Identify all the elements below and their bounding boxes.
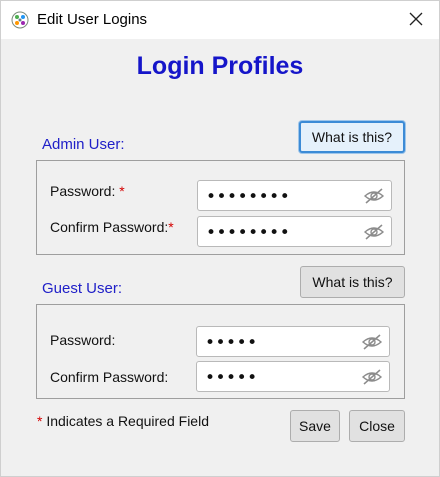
edit-user-logins-dialog: Edit User Logins Login Profiles Admin Us… [0, 0, 440, 477]
admin-password-label: Password: * [50, 183, 125, 199]
eye-slash-icon[interactable] [363, 187, 385, 205]
admin-password-value: •••••••• [206, 187, 291, 207]
page-title: Login Profiles [136, 52, 304, 80]
admin-confirm-input[interactable]: •••••••• [197, 216, 392, 247]
guest-confirm-input[interactable]: ••••• [196, 361, 390, 392]
guest-user-group: Password: ••••• Confirm Password: ••••• [36, 304, 405, 399]
admin-user-label: Admin User: [42, 136, 125, 153]
app-logo-icon [11, 11, 29, 29]
close-button[interactable]: Close [349, 410, 405, 442]
required-asterisk: * [119, 183, 125, 199]
eye-slash-icon[interactable] [361, 333, 383, 351]
window-title: Edit User Logins [37, 11, 148, 28]
guest-user-label: Guest User: [42, 280, 123, 297]
admin-help-button[interactable]: What is this? [299, 121, 405, 153]
admin-confirm-value: •••••••• [206, 223, 291, 243]
guest-password-value: ••••• [205, 333, 258, 353]
eye-slash-icon[interactable] [361, 368, 383, 386]
admin-confirm-label: Confirm Password:* [50, 219, 174, 235]
guest-password-label: Password: [50, 332, 116, 348]
required-field-note: * Indicates a Required Field [37, 413, 209, 429]
window-close-button[interactable] [393, 1, 439, 39]
required-asterisk: * [168, 219, 174, 235]
guest-password-input[interactable]: ••••• [196, 326, 390, 357]
eye-slash-icon[interactable] [363, 223, 385, 241]
guest-help-button[interactable]: What is this? [300, 266, 405, 298]
guest-confirm-label: Confirm Password: [50, 369, 169, 385]
admin-password-input[interactable]: •••••••• [197, 180, 392, 211]
guest-confirm-value: ••••• [205, 368, 258, 388]
admin-user-group: Password: * •••••••• Confirm Password:* … [36, 160, 405, 255]
title-bar: Edit User Logins [1, 1, 439, 39]
close-icon [409, 12, 423, 29]
save-button[interactable]: Save [290, 410, 340, 442]
